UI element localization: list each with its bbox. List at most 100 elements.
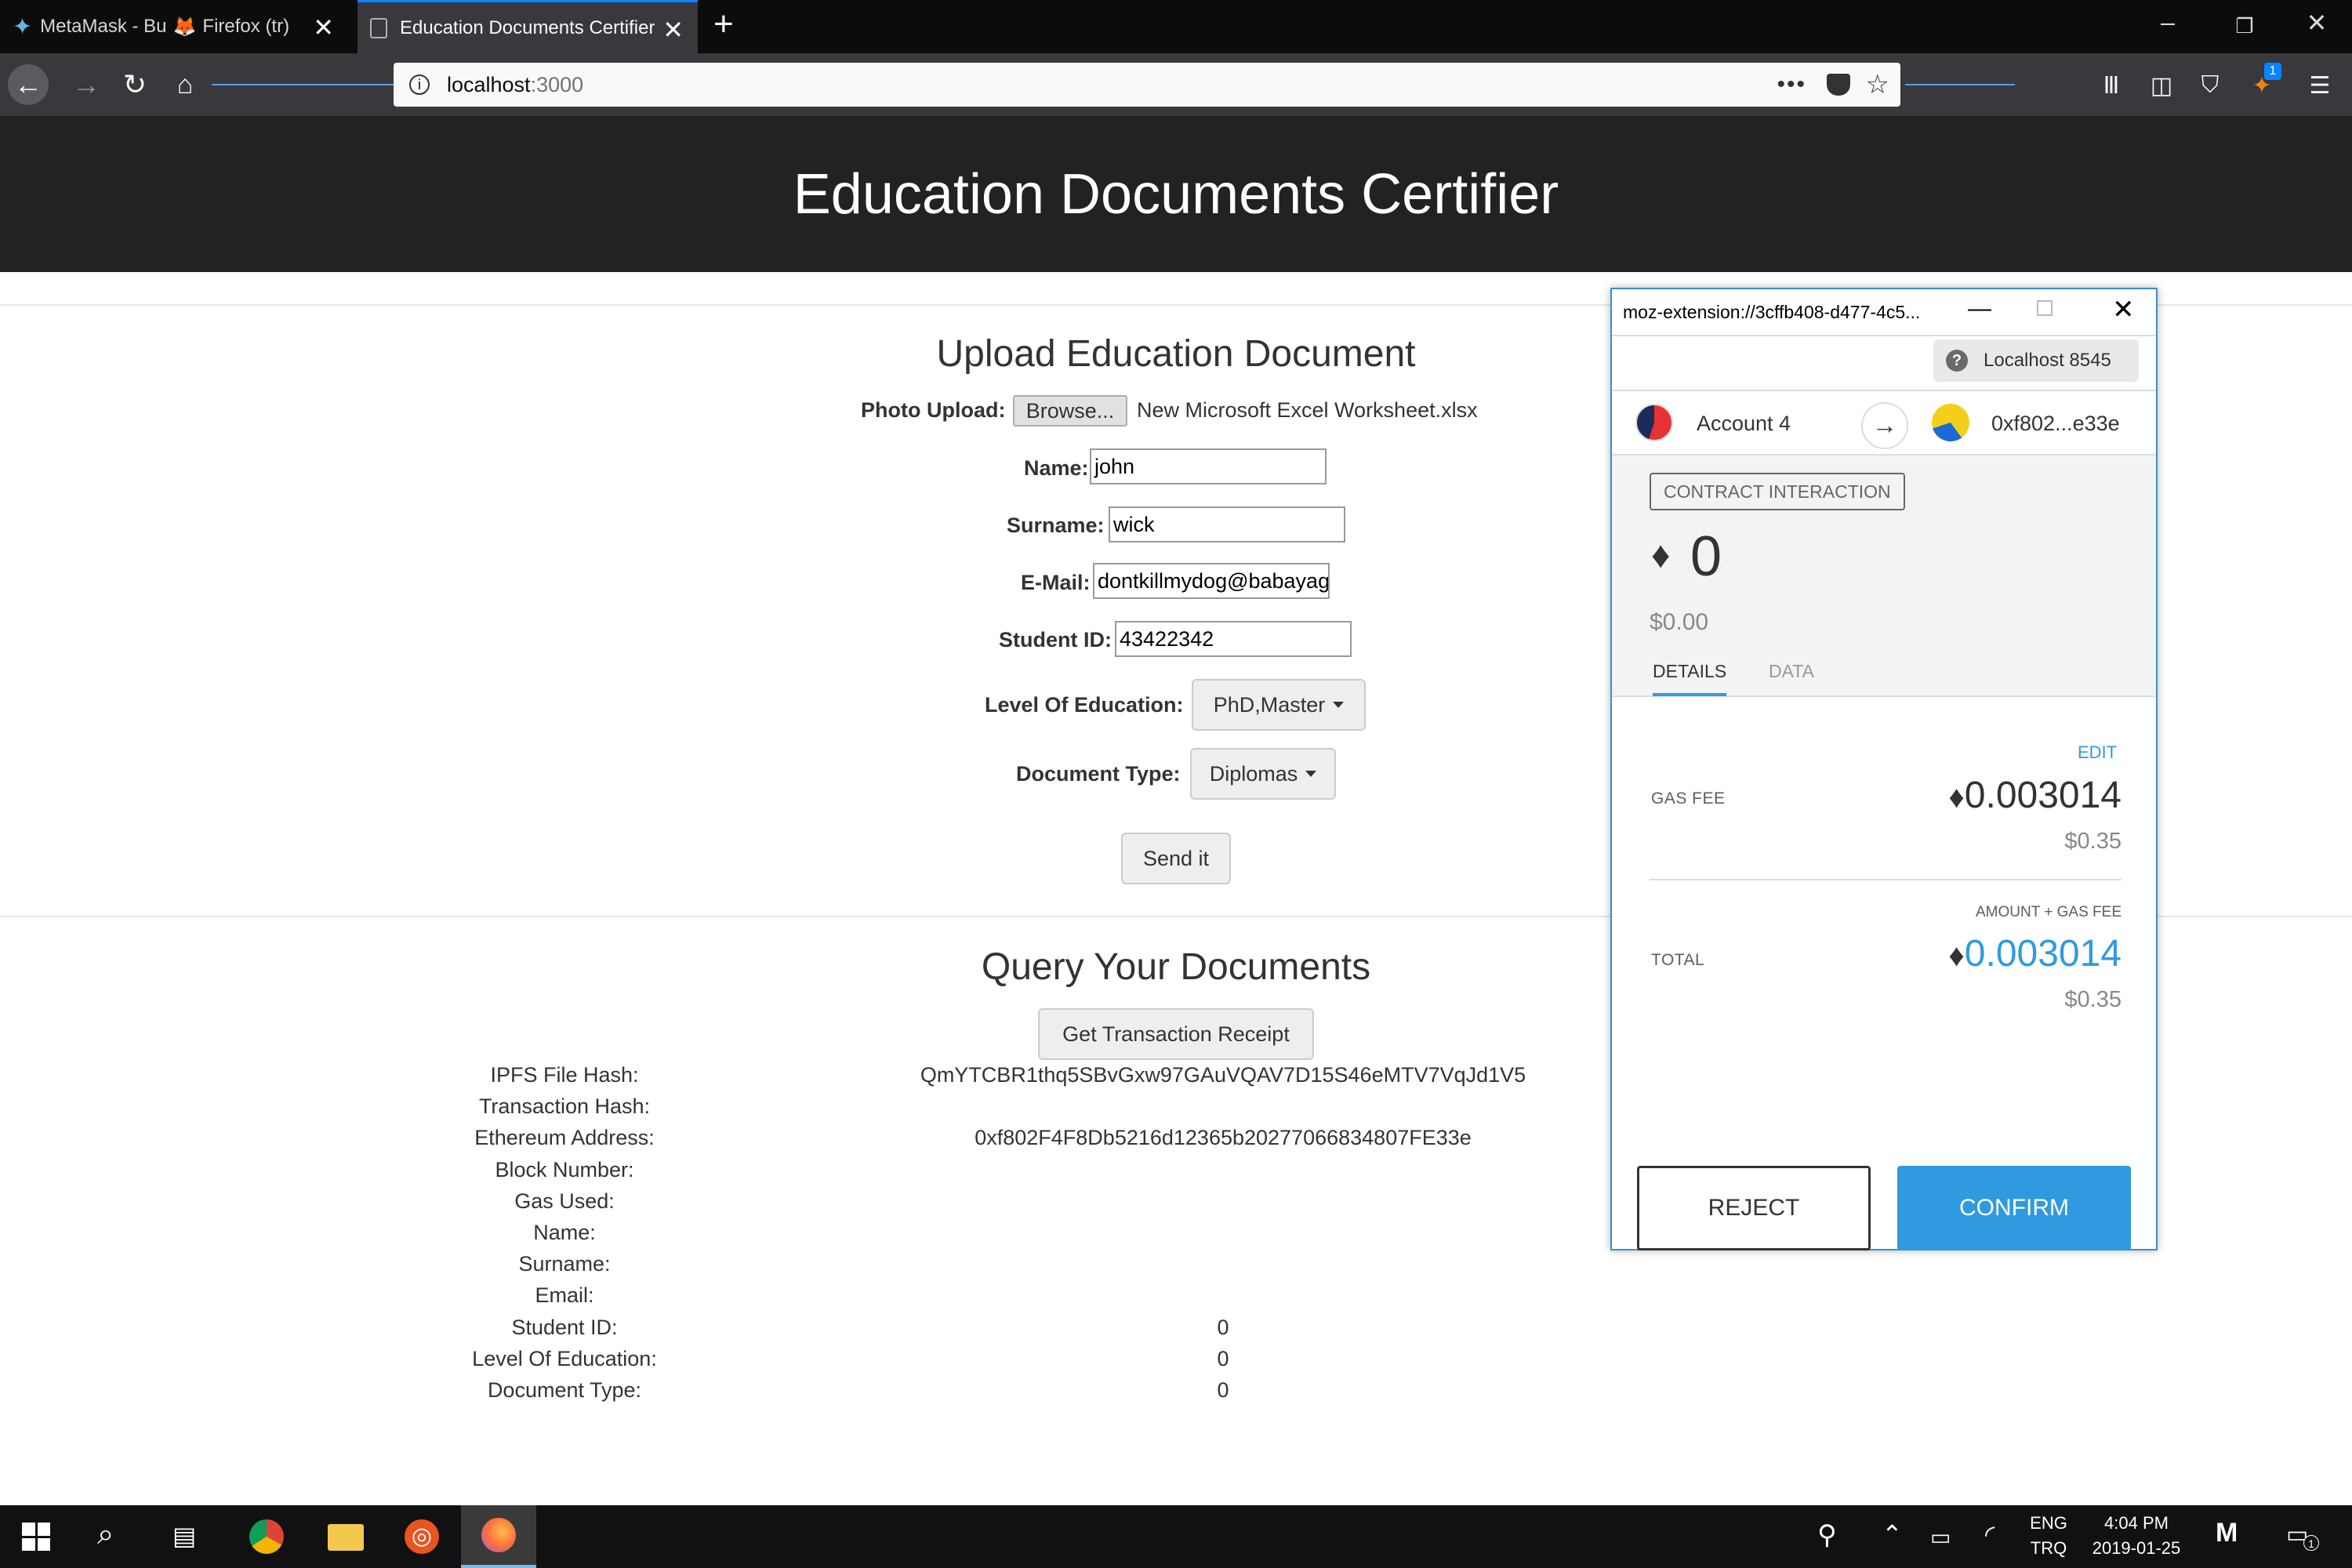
send-amount: 0 xyxy=(1690,525,1722,588)
pocket-icon[interactable] xyxy=(1827,74,1850,96)
language-bottom: TRQ xyxy=(2030,1538,2067,1558)
transaction-summary: CONTRACT INTERACTION ♦ 0 $0.00 DETAILS D… xyxy=(1612,454,2156,697)
popup-minimize-icon[interactable]: — xyxy=(1968,296,1991,322)
page-header: Education Documents Certifier xyxy=(0,116,2352,272)
tab-details[interactable]: DETAILS xyxy=(1653,661,1727,696)
battery-icon[interactable]: ▭ xyxy=(1930,1524,1951,1550)
confirm-button[interactable]: CONFIRM xyxy=(1897,1166,2131,1250)
level-of-education-dropdown[interactable]: PhD,Master xyxy=(1192,679,1366,731)
page-icon xyxy=(370,17,387,38)
popup-close-icon[interactable]: ✕ xyxy=(2112,294,2135,325)
home-button[interactable]: ⌂ xyxy=(165,64,205,105)
gas-fee-amount: ♦0.003014 xyxy=(1894,774,2122,817)
from-account-name[interactable]: Account 4 xyxy=(1697,412,1791,436)
minimize-window-icon[interactable]: – xyxy=(2148,8,2187,37)
gas-used-value xyxy=(768,1189,1678,1221)
metamask-fox-icon: ✦ xyxy=(13,13,33,40)
get-transaction-receipt-button[interactable]: Get Transaction Receipt xyxy=(1038,1008,1314,1060)
network-selector[interactable]: ? Localhost 8545 xyxy=(1933,339,2139,382)
popup-maximize-icon[interactable] xyxy=(2037,300,2053,316)
document-type-value: Diplomas xyxy=(1209,761,1298,786)
language-indicator[interactable]: ENG TRQ xyxy=(2029,1513,2068,1559)
selected-file-name: New Microsoft Excel Worksheet.xlsx xyxy=(1137,398,1478,422)
tab-label: Education Documents Certifier xyxy=(400,16,655,38)
level-of-education-value: PhD,Master xyxy=(1213,692,1326,717)
ubuntu-icon[interactable]: ◎ xyxy=(405,1519,439,1554)
restore-window-icon[interactable]: ❐ xyxy=(2225,14,2264,38)
document-type-dropdown[interactable]: Diplomas xyxy=(1190,748,1336,800)
result-name-label: Name: xyxy=(533,1220,596,1244)
windows-start-icon[interactable] xyxy=(22,1523,50,1551)
clock-date: 2019-01-25 xyxy=(2092,1538,2181,1558)
name-input[interactable]: john xyxy=(1090,448,1327,485)
new-tab-button[interactable]: + xyxy=(713,5,734,44)
total-label: TOTAL xyxy=(1651,951,1705,969)
send-it-button[interactable]: Send it xyxy=(1121,833,1231,884)
reject-button[interactable]: REJECT xyxy=(1637,1166,1871,1250)
total-amount: ♦0.003014 xyxy=(1894,932,2122,975)
clock[interactable]: 4:04 PM 2019-01-25 xyxy=(2078,1513,2195,1559)
firefox-icon xyxy=(481,1518,516,1552)
menu-icon[interactable]: ☰ xyxy=(2302,67,2338,103)
firefox-icon: 🦊 xyxy=(172,16,197,38)
email-input[interactable]: dontkillmydog@babayaga xyxy=(1093,563,1330,599)
tab-data[interactable]: DATA xyxy=(1769,661,1814,682)
level-of-education-label: Level Of Education: xyxy=(985,693,1184,717)
site-info-icon[interactable]: i xyxy=(409,74,430,95)
back-button[interactable]: ← xyxy=(8,64,49,105)
forward-button[interactable]: → xyxy=(66,64,107,105)
to-address[interactable]: 0xf802...e33e xyxy=(1991,412,2120,436)
result-document-type-label: Document Type: xyxy=(487,1377,642,1402)
reload-button[interactable]: ↻ xyxy=(114,64,155,105)
student-id-label: Student ID: xyxy=(999,628,1112,652)
bookmark-star-icon[interactable]: ☆ xyxy=(1866,69,1889,100)
chrome-icon[interactable] xyxy=(249,1519,284,1554)
shield-icon[interactable]: ⛉ xyxy=(2192,67,2228,103)
sender-recipient-row: Account 4 → 0xf802...e33e xyxy=(1612,390,2156,454)
network-name: Localhost 8545 xyxy=(1984,350,2111,371)
file-explorer-icon[interactable] xyxy=(328,1524,364,1551)
result-level-label: Level Of Education: xyxy=(472,1346,657,1370)
taskbar-firefox-active[interactable] xyxy=(461,1505,536,1568)
gas-used-label: Gas Used: xyxy=(514,1189,615,1213)
close-window-icon[interactable]: ✕ xyxy=(2297,8,2336,38)
block-number-value xyxy=(768,1158,1678,1189)
close-tab-icon[interactable]: ✕ xyxy=(313,13,334,42)
student-id-input[interactable]: 43422342 xyxy=(1115,621,1352,657)
url-bar[interactable]: i localhost:3000 ••• ☆ xyxy=(394,63,1900,107)
app-tray-icon[interactable]: M xyxy=(2216,1518,2238,1548)
tab-extra-label: Firefox (tr) xyxy=(202,16,289,37)
ethereum-address-label: Ethereum Address: xyxy=(474,1126,655,1150)
gas-fee-usd: $0.35 xyxy=(2064,829,2122,854)
transaction-hash-value xyxy=(768,1094,1678,1126)
result-surname-label: Surname: xyxy=(518,1252,611,1276)
surname-input[interactable]: wick xyxy=(1109,506,1345,543)
toolbar-spacer-line xyxy=(212,84,394,85)
surname-label: Surname: xyxy=(1007,514,1105,537)
wifi-icon[interactable]: ◜ xyxy=(1985,1519,1994,1549)
ethereum-icon: ♦ xyxy=(1948,938,1965,973)
result-document-type-value: 0 xyxy=(1217,1377,1229,1402)
photo-upload-label: Photo Upload: xyxy=(861,398,1006,422)
query-section-title: Query Your Documents xyxy=(981,946,1371,988)
task-view-icon[interactable]: ▤ xyxy=(172,1521,196,1551)
browse-button[interactable]: Browse... xyxy=(1013,395,1127,426)
gas-fee-label: GAS FEE xyxy=(1651,789,1726,808)
result-surname-value xyxy=(768,1252,1678,1283)
name-label: Name: xyxy=(1024,456,1089,480)
tab-metamask[interactable]: ✦ MetaMask - Bu 🦊 Firefox (tr) ✕ xyxy=(0,0,348,53)
edit-gas-link[interactable]: EDIT xyxy=(2078,742,2117,763)
close-tab-icon[interactable]: ✕ xyxy=(662,15,684,45)
total-eth: 0.003014 xyxy=(1964,933,2122,975)
page-actions-icon[interactable]: ••• xyxy=(1777,71,1806,98)
clock-time: 4:04 PM xyxy=(2104,1513,2169,1533)
chevron-up-icon[interactable]: ⌃ xyxy=(1882,1519,1903,1549)
library-icon[interactable]: Ⅲ xyxy=(2093,67,2129,103)
sidebar-icon[interactable]: ◫ xyxy=(2143,67,2180,103)
people-icon[interactable]: ⚲ xyxy=(1817,1519,1837,1551)
search-icon[interactable]: ⌕ xyxy=(97,1518,114,1552)
upload-section-title: Upload Education Document xyxy=(936,333,1416,375)
tab-education-certifier[interactable]: Education Documents Certifier ✕ xyxy=(358,0,698,53)
total-usd: $0.35 xyxy=(2064,987,2122,1012)
result-student-id-label: Student ID: xyxy=(511,1315,618,1339)
